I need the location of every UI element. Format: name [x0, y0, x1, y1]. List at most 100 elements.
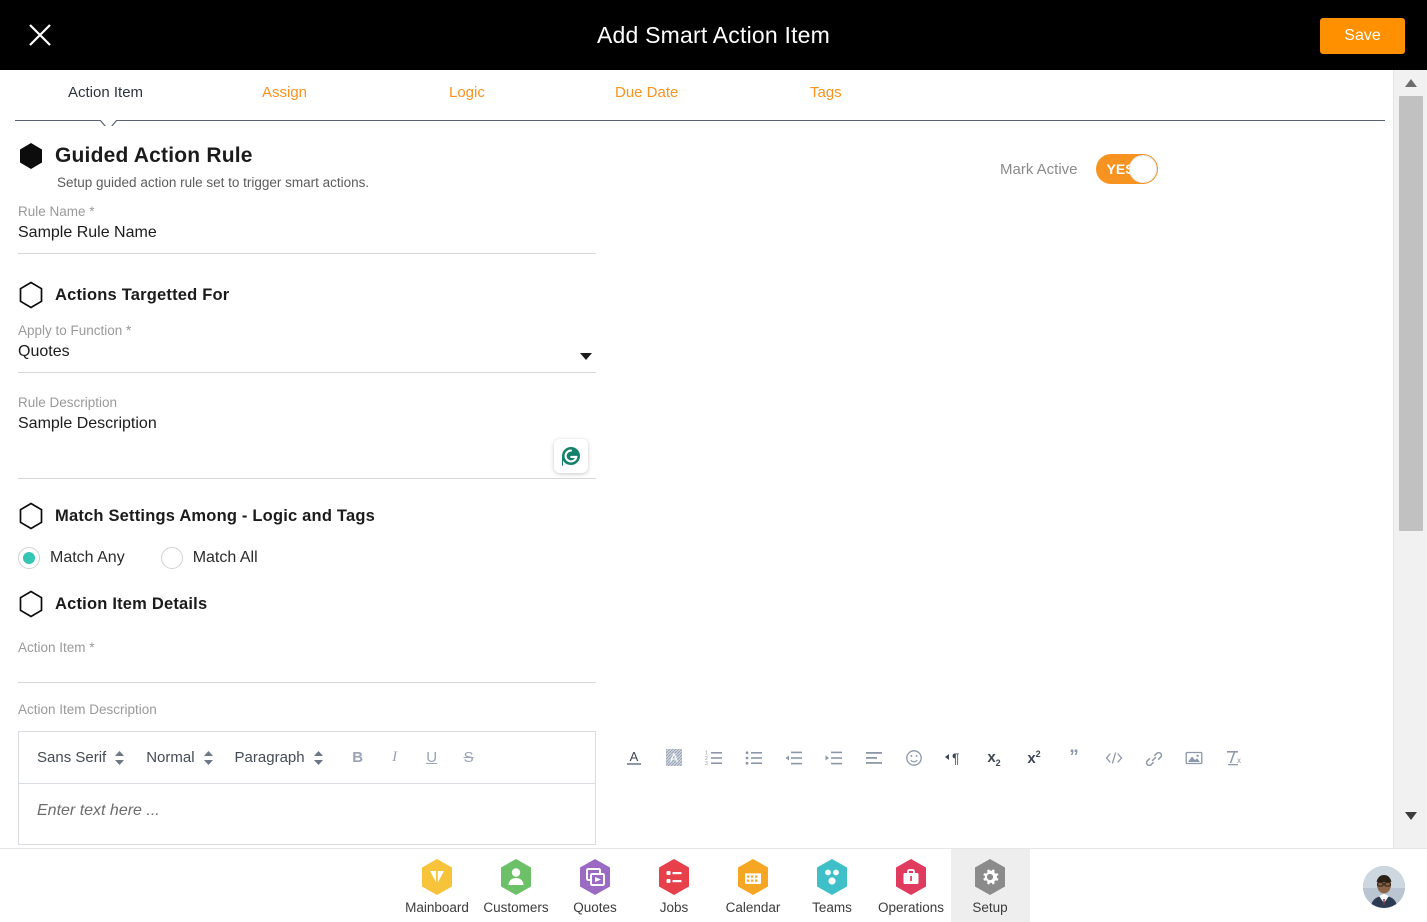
underline-button[interactable]: U — [419, 749, 445, 766]
scroll-thumb[interactable] — [1399, 96, 1423, 531]
section-subtitle: Setup guided action rule set to trigger … — [57, 175, 370, 190]
font-family-select[interactable]: Sans Serif — [37, 749, 125, 766]
highlight-color-icon[interactable]: A — [654, 744, 694, 772]
rule-name-field[interactable]: Rule Name * Sample Rule Name — [18, 204, 596, 254]
nav-item-teams[interactable]: Teams — [793, 849, 872, 922]
align-icon[interactable] — [854, 744, 894, 772]
field-underline — [18, 478, 596, 479]
indent-icon[interactable] — [814, 744, 854, 772]
stepper-icon — [203, 750, 213, 765]
action-item-field[interactable]: Action Item * — [18, 640, 596, 683]
subscript-icon[interactable]: x2 — [974, 744, 1014, 772]
nav-item-setup[interactable]: Setup — [950, 848, 1030, 922]
apply-to-function-field[interactable]: Apply to Function * Quotes — [18, 323, 596, 373]
mainboard-icon — [418, 857, 456, 897]
rule-description-input[interactable]: Sample Description — [18, 410, 596, 436]
nav-item-jobs[interactable]: Jobs — [635, 849, 714, 922]
outdent-icon[interactable] — [774, 744, 814, 772]
radio-match-any[interactable]: Match Any — [18, 547, 125, 569]
image-icon[interactable] — [1174, 744, 1214, 772]
radio-dot — [23, 552, 35, 564]
field-underline — [18, 682, 596, 683]
tab-tags[interactable]: Tags — [810, 84, 842, 101]
rule-description-field[interactable]: Rule Description Sample Description — [18, 395, 596, 479]
section-action-item-details: Action Item Details — [18, 590, 596, 618]
svg-text:¶: ¶ — [952, 750, 960, 766]
toggle-knob — [1128, 155, 1157, 183]
svg-text:A: A — [630, 749, 639, 764]
block-style-select[interactable]: Paragraph — [235, 749, 323, 766]
tab-due-date[interactable]: Due Date — [615, 84, 678, 101]
clear-format-icon[interactable]: x — [1214, 744, 1254, 772]
scroll-up-icon[interactable] — [1394, 72, 1427, 94]
tab-action-item[interactable]: Action Item — [68, 84, 143, 101]
nav-label: Jobs — [659, 899, 689, 915]
app-root: Add Smart Action Item Save Action Item A… — [0, 0, 1427, 922]
editor-box: Sans Serif Normal Paragraph B I U S Ente… — [18, 731, 596, 845]
operations-icon — [892, 857, 930, 897]
editor-toolbar: Sans Serif Normal Paragraph B I U S — [19, 732, 595, 784]
italic-button[interactable]: I — [382, 749, 408, 766]
form-content: Mark Active YES Guided Action Rule Setup… — [0, 126, 1393, 848]
scroll-down-icon[interactable] — [1394, 805, 1427, 827]
nav-item-quotes[interactable]: Quotes — [556, 849, 635, 922]
nav-label: Operations — [877, 899, 945, 915]
text-direction-icon[interactable]: ¶ — [934, 744, 974, 772]
code-icon[interactable] — [1094, 744, 1134, 772]
nav-item-mainboard[interactable]: Mainboard — [398, 849, 477, 922]
hexagon-outline-icon — [18, 281, 44, 309]
nav-item-customers[interactable]: Customers — [477, 849, 556, 922]
radio-match-all[interactable]: Match All — [160, 547, 258, 569]
emoji-icon[interactable] — [894, 744, 934, 772]
font-size-value: Normal — [146, 749, 195, 766]
text-color-icon[interactable]: A — [614, 744, 654, 772]
nav-label: Calendar — [725, 899, 781, 915]
tab-assign[interactable]: Assign — [262, 84, 307, 101]
nav-label: Teams — [812, 899, 852, 915]
nav-label: Customers — [483, 899, 549, 915]
blockquote-icon[interactable]: ” — [1054, 744, 1094, 772]
vertical-scrollbar[interactable] — [1393, 70, 1427, 848]
rule-description-label: Rule Description — [18, 395, 118, 410]
editor-body[interactable]: Enter text here ... — [19, 784, 595, 844]
apply-to-function-value[interactable]: Quotes — [18, 338, 596, 364]
setup-gear-icon — [971, 857, 1009, 897]
mark-active-toggle[interactable]: YES — [1095, 154, 1158, 184]
bold-button[interactable]: B — [345, 749, 371, 766]
action-item-label: Action Item * — [18, 640, 95, 655]
nav-label: Quotes — [573, 899, 617, 915]
radio-control — [18, 547, 40, 569]
nav-item-operations[interactable]: Operations — [872, 849, 951, 922]
stepper-icon — [115, 750, 125, 765]
tab-logic[interactable]: Logic — [449, 84, 485, 101]
superscript-icon[interactable]: x2 — [1014, 744, 1054, 772]
section-title: Actions Targetted For — [55, 285, 230, 304]
action-item-input[interactable] — [18, 655, 596, 681]
chevron-down-icon[interactable] — [580, 353, 592, 360]
section-guided-action-rule: Guided Action Rule — [18, 142, 596, 170]
bullet-list-icon[interactable] — [734, 744, 774, 772]
svg-text:A: A — [670, 751, 678, 765]
customers-icon — [497, 857, 535, 897]
ordered-list-icon[interactable]: 1 2 3 — [694, 744, 734, 772]
tab-bar: Action Item Assign Logic Due Date Tags — [0, 70, 1393, 131]
hexagon-outline-icon — [18, 502, 44, 530]
save-button[interactable]: Save — [1320, 18, 1405, 54]
stepper-icon — [313, 750, 323, 765]
blockquote-glyph: ” — [1069, 747, 1079, 768]
rule-name-input[interactable]: Sample Rule Name — [18, 219, 596, 245]
teams-icon — [813, 857, 851, 897]
hexagon-outline-icon — [18, 590, 44, 618]
block-style-value: Paragraph — [234, 749, 305, 766]
font-size-select[interactable]: Normal — [146, 749, 213, 766]
editor-toolbar-overflow: A A 1 2 3 ¶ x2 x2 ” x — [614, 743, 1314, 773]
superscript-glyph: x2 — [1027, 749, 1041, 767]
grammarly-icon[interactable] — [554, 439, 588, 473]
apply-to-function-label: Apply to Function * — [18, 323, 132, 338]
link-icon[interactable] — [1134, 744, 1174, 772]
strikethrough-button[interactable]: S — [456, 749, 482, 766]
subscript-glyph: x2 — [987, 748, 1001, 768]
user-avatar[interactable] — [1363, 866, 1405, 908]
nav-item-calendar[interactable]: Calendar — [714, 849, 793, 922]
radio-control — [160, 547, 183, 569]
